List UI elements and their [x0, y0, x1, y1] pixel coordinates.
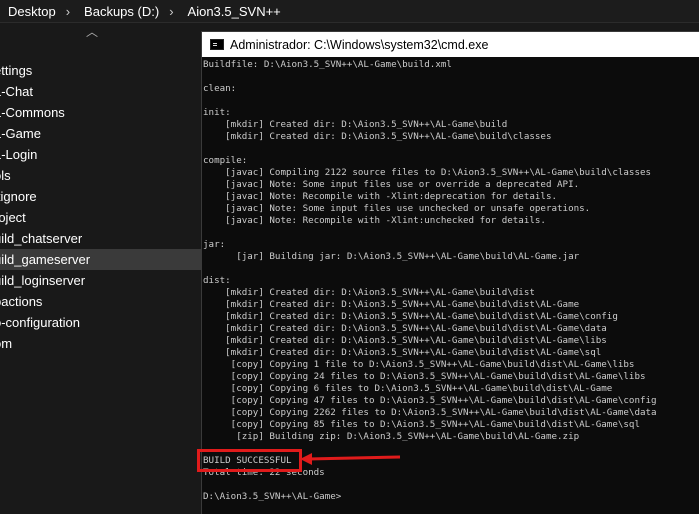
console-line: [javac] Note: Recompile with -Xlint:unch… [203, 215, 546, 226]
chevron-up-icon[interactable]: ︿ [86, 23, 98, 40]
nav-item[interactable]: L-Chat [0, 81, 202, 102]
console-line: [mkdir] Created dir: D:\Aion3.5_SVN++\AL… [203, 119, 508, 130]
console-output[interactable]: Buildfile: D:\Aion3.5_SVN++\AL-Game\buil… [203, 59, 699, 514]
console-line: [javac] Note: Some input files use or ov… [203, 179, 580, 190]
console-line: [jar] Building jar: D:\Aion3.5_SVN++\AL-… [203, 251, 580, 262]
breadcrumb-folder[interactable]: Aion3.5_SVN++ [180, 4, 285, 19]
cmd-window: Administrador: C:\Windows\system32\cmd.e… [201, 31, 699, 514]
nav-item[interactable]: L-Login [0, 144, 202, 165]
cmd-window-title: Administrador: C:\Windows\system32\cmd.e… [230, 37, 489, 52]
console-line: [copy] Copying 24 files to D:\Aion3.5_SV… [203, 371, 646, 382]
nav-item[interactable]: o-configuration [0, 312, 202, 333]
nav-item[interactable]: uild_gameserver [0, 249, 202, 270]
console-line: [javac] Compiling 2122 source files to D… [203, 167, 652, 178]
chevron-right-icon: › [65, 3, 71, 19]
console-line: init: [203, 107, 231, 118]
nav-item[interactable]: roject [0, 207, 202, 228]
console-line: [mkdir] Created dir: D:\Aion3.5_SVN++\AL… [203, 299, 580, 310]
nav-item[interactable]: L-Commons [0, 102, 202, 123]
breadcrumb-drive[interactable]: Backups (D:) [76, 4, 163, 19]
nav-item[interactable]: ols [0, 165, 202, 186]
console-line: [zip] Building zip: D:\Aion3.5_SVN++\AL-… [203, 431, 580, 442]
console-line: [javac] Note: Recompile with -Xlint:depr… [203, 191, 558, 202]
navigation-pane: ettingsL-ChatL-CommonsL-GameL-Loginolsit… [0, 60, 202, 354]
chevron-right-icon: › [169, 3, 174, 19]
console-line: [mkdir] Created dir: D:\Aion3.5_SVN++\AL… [203, 347, 602, 358]
console-line: compile: [203, 155, 248, 166]
nav-item[interactable]: itignore [0, 186, 202, 207]
nav-item[interactable]: uild_chatserver [0, 228, 202, 249]
console-line: [mkdir] Created dir: D:\Aion3.5_SVN++\AL… [203, 287, 535, 298]
console-line: [mkdir] Created dir: D:\Aion3.5_SVN++\AL… [203, 335, 607, 346]
address-bar: Desktop › Backups (D:) › Aion3.5_SVN++ [0, 0, 699, 23]
console-line: [copy] Copying 47 files to D:\Aion3.5_SV… [203, 395, 657, 406]
nav-item[interactable]: uild_loginserver [0, 270, 202, 291]
console-line: D:\Aion3.5_SVN++\AL-Game> [203, 491, 342, 502]
nav-item[interactable]: om [0, 333, 202, 354]
console-line: dist: [203, 275, 231, 286]
cmd-titlebar[interactable]: Administrador: C:\Windows\system32\cmd.e… [202, 32, 699, 57]
console-line: [copy] Copying 85 files to D:\Aion3.5_SV… [203, 419, 640, 430]
nav-item[interactable]: ettings [0, 60, 202, 81]
console-line: [copy] Copying 6 files to D:\Aion3.5_SVN… [203, 383, 613, 394]
breadcrumb-desktop[interactable]: Desktop [0, 4, 60, 19]
console-line: [mkdir] Created dir: D:\Aion3.5_SVN++\AL… [203, 323, 607, 334]
console-line: [copy] Copying 1 file to D:\Aion3.5_SVN+… [203, 359, 635, 370]
console-line: [javac] Note: Some input files use unche… [203, 203, 591, 214]
console-line: [mkdir] Created dir: D:\Aion3.5_SVN++\AL… [203, 131, 552, 142]
nav-item[interactable]: L-Game [0, 123, 202, 144]
console-line: jar: [203, 239, 226, 250]
console-line: clean: [203, 83, 237, 94]
console-line: Buildfile: D:\Aion3.5_SVN++\AL-Game\buil… [203, 59, 452, 70]
arrow-left-icon [300, 453, 401, 465]
highlight-box [197, 449, 302, 472]
cmd-window-icon[interactable] [210, 39, 224, 50]
console-line: [mkdir] Created dir: D:\Aion3.5_SVN++\AL… [203, 311, 618, 322]
nav-item[interactable]: pactions [0, 291, 202, 312]
console-line: [copy] Copying 2262 files to D:\Aion3.5_… [203, 407, 657, 418]
